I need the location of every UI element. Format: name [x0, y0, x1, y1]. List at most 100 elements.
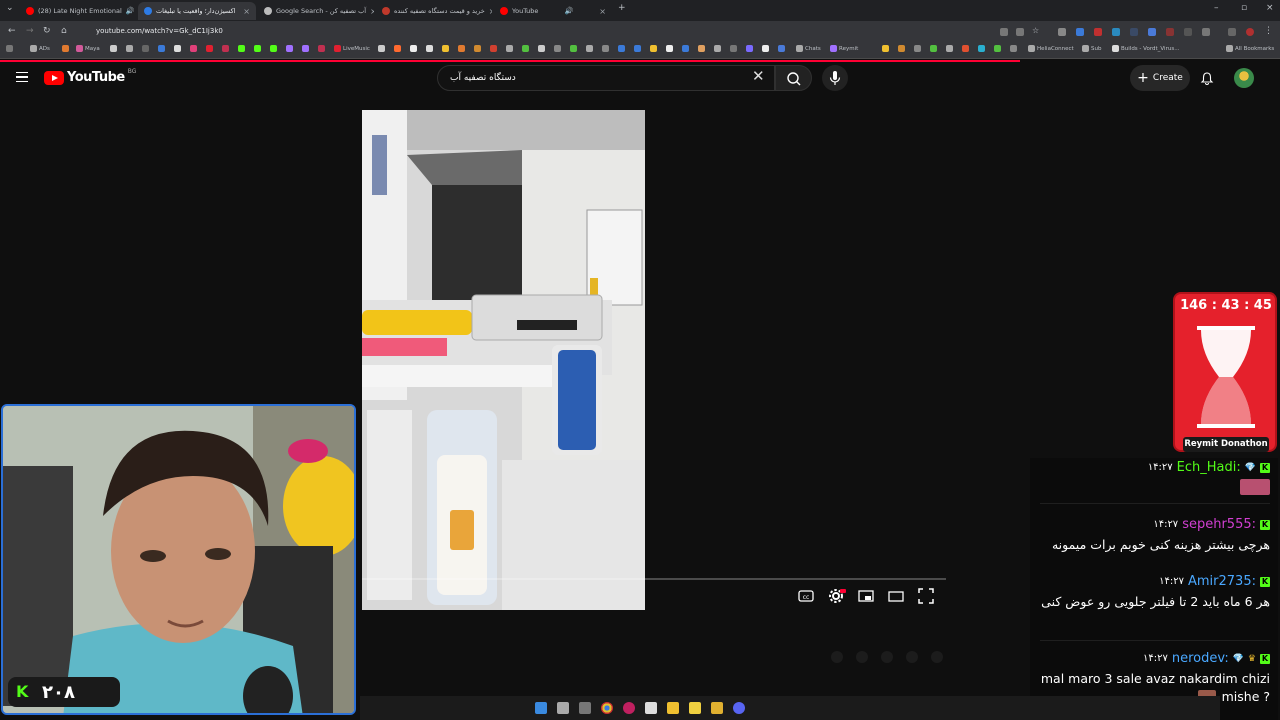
bookmark-item[interactable]: [222, 45, 229, 52]
bookmark-item[interactable]: [778, 45, 785, 52]
video-progress-track[interactable]: [362, 578, 946, 580]
taskbar-app-icon[interactable]: [645, 702, 657, 714]
bookmark-item[interactable]: [730, 45, 737, 52]
bookmark-item[interactable]: [586, 45, 593, 52]
fullscreen-icon[interactable]: [918, 588, 934, 604]
task-view-icon[interactable]: [557, 702, 569, 714]
bookmark-item[interactable]: LiveMusic: [334, 45, 370, 52]
bookmark-item[interactable]: [458, 45, 465, 52]
maximize-icon[interactable]: ▫: [1241, 3, 1247, 13]
bookmark-item[interactable]: [538, 45, 545, 52]
windows-start-icon[interactable]: [535, 702, 547, 714]
new-tab-icon[interactable]: +: [618, 3, 626, 13]
chrome-icon[interactable]: [601, 702, 613, 714]
bookmark-item[interactable]: Reymit: [830, 45, 858, 52]
bookmark-item[interactable]: Chats: [796, 45, 821, 52]
all-bookmarks-folder[interactable]: All Bookmarks: [1226, 45, 1274, 52]
bookmark-item[interactable]: [410, 45, 417, 52]
bookmark-item[interactable]: [714, 45, 721, 52]
extension-icon[interactable]: [1058, 28, 1066, 36]
bookmark-item[interactable]: [110, 45, 117, 52]
close-tab-icon[interactable]: ×: [243, 7, 250, 16]
bookmark-item[interactable]: [286, 45, 293, 52]
account-avatar[interactable]: [1234, 68, 1254, 88]
taskbar-app-icon[interactable]: [623, 702, 635, 714]
close-tab-icon[interactable]: ×: [599, 7, 606, 16]
bookmark-item[interactable]: [618, 45, 625, 52]
download-icon[interactable]: [1228, 28, 1236, 36]
extension-icon[interactable]: [1166, 28, 1174, 36]
url-input[interactable]: youtube.com/watch?v=Gk_dC1Ij3k0: [88, 24, 988, 39]
bookmark-item[interactable]: HeliaConnect: [1028, 45, 1074, 52]
bookmark-item[interactable]: [698, 45, 705, 52]
close-window-icon[interactable]: ×: [1266, 3, 1274, 13]
reload-icon[interactable]: ↻: [43, 26, 51, 36]
taskbar-app-icon[interactable]: [689, 702, 701, 714]
home-icon[interactable]: ⌂: [61, 26, 67, 36]
tab-google-search[interactable]: Google Search - آب تصفیه کن ×: [258, 2, 374, 20]
voice-search-button[interactable]: [822, 65, 848, 91]
bookmark-item[interactable]: [378, 45, 385, 52]
file-explorer-icon[interactable]: [711, 702, 723, 714]
bookmark-item[interactable]: [994, 45, 1001, 52]
extension-icon[interactable]: [1130, 28, 1138, 36]
extension-icon[interactable]: [1094, 28, 1102, 36]
bookmark-item[interactable]: Sub: [1082, 45, 1101, 52]
bookmark-item[interactable]: [962, 45, 969, 52]
taskbar-app-icon[interactable]: [667, 702, 679, 714]
minimize-icon[interactable]: –: [1214, 3, 1219, 13]
bookmark-item[interactable]: [426, 45, 433, 52]
bookmark-item[interactable]: [882, 45, 889, 52]
extensions-puzzle-icon[interactable]: [1202, 28, 1210, 36]
video-player[interactable]: [362, 110, 645, 610]
bookmark-item[interactable]: [602, 45, 609, 52]
bookmark-item[interactable]: [142, 45, 149, 52]
bookmark-item[interactable]: [158, 45, 165, 52]
tab-article[interactable]: آب اکسیژن‌دار؛ واقعیت یا تبلیغات ×: [138, 2, 256, 20]
bookmark-item[interactable]: Builds - Vordt_Virus...: [1112, 45, 1179, 52]
bookmark-item[interactable]: [474, 45, 481, 52]
bookmark-star-icon[interactable]: ☆: [1032, 26, 1039, 35]
bookmark-item[interactable]: [682, 45, 689, 52]
subtitles-cc-icon[interactable]: cc: [798, 588, 814, 604]
bookmark-item[interactable]: [1010, 45, 1017, 52]
kick-icon[interactable]: [238, 45, 245, 52]
close-tab-icon[interactable]: ×: [489, 7, 492, 16]
bookmark-item[interactable]: [554, 45, 561, 52]
extension-icon[interactable]: [1184, 28, 1192, 36]
x-icon[interactable]: [174, 45, 181, 52]
tab-youtube-music[interactable]: (28) Late Night Emotional 🔊 ×: [20, 2, 136, 20]
bookmark-item[interactable]: [190, 45, 197, 52]
kick-icon[interactable]: [254, 45, 261, 52]
back-icon[interactable]: ←: [8, 26, 16, 36]
bookmark-item[interactable]: [506, 45, 513, 52]
extension-icon[interactable]: [1000, 28, 1008, 36]
notifications-bell-icon[interactable]: [1200, 71, 1214, 85]
bookmark-item[interactable]: [978, 45, 985, 52]
bookmark-item[interactable]: [318, 45, 325, 52]
forward-icon[interactable]: →: [26, 26, 34, 36]
search-input[interactable]: دستگاه تصفیه آب: [437, 65, 775, 91]
extension-icon[interactable]: [1112, 28, 1120, 36]
bookmark-item[interactable]: [570, 45, 577, 52]
extension-icon[interactable]: [1076, 28, 1084, 36]
bookmark-item[interactable]: [762, 45, 769, 52]
youtube-logo[interactable]: YouTube BG: [44, 68, 136, 85]
bookmark-item[interactable]: [634, 45, 641, 52]
bookmark-item[interactable]: [930, 45, 937, 52]
tab-search-icon[interactable]: ⌄: [6, 3, 14, 13]
search-button[interactable]: [775, 65, 812, 91]
clear-search-icon[interactable]: ✕: [752, 67, 765, 85]
zoom-icon[interactable]: [1016, 28, 1024, 36]
bookmark-item[interactable]: [126, 45, 133, 52]
bookmark-item[interactable]: [302, 45, 309, 52]
theater-mode-icon[interactable]: [888, 588, 904, 604]
profile-icon[interactable]: [1246, 28, 1254, 36]
bookmark-item[interactable]: [206, 45, 213, 52]
discord-icon[interactable]: [733, 702, 745, 714]
settings-gear-icon[interactable]: [828, 588, 846, 604]
bookmark-item[interactable]: [946, 45, 953, 52]
bookmark-item[interactable]: [62, 45, 69, 52]
menu-kebab-icon[interactable]: ⋮: [1264, 26, 1273, 36]
bookmark-item[interactable]: [746, 45, 753, 52]
